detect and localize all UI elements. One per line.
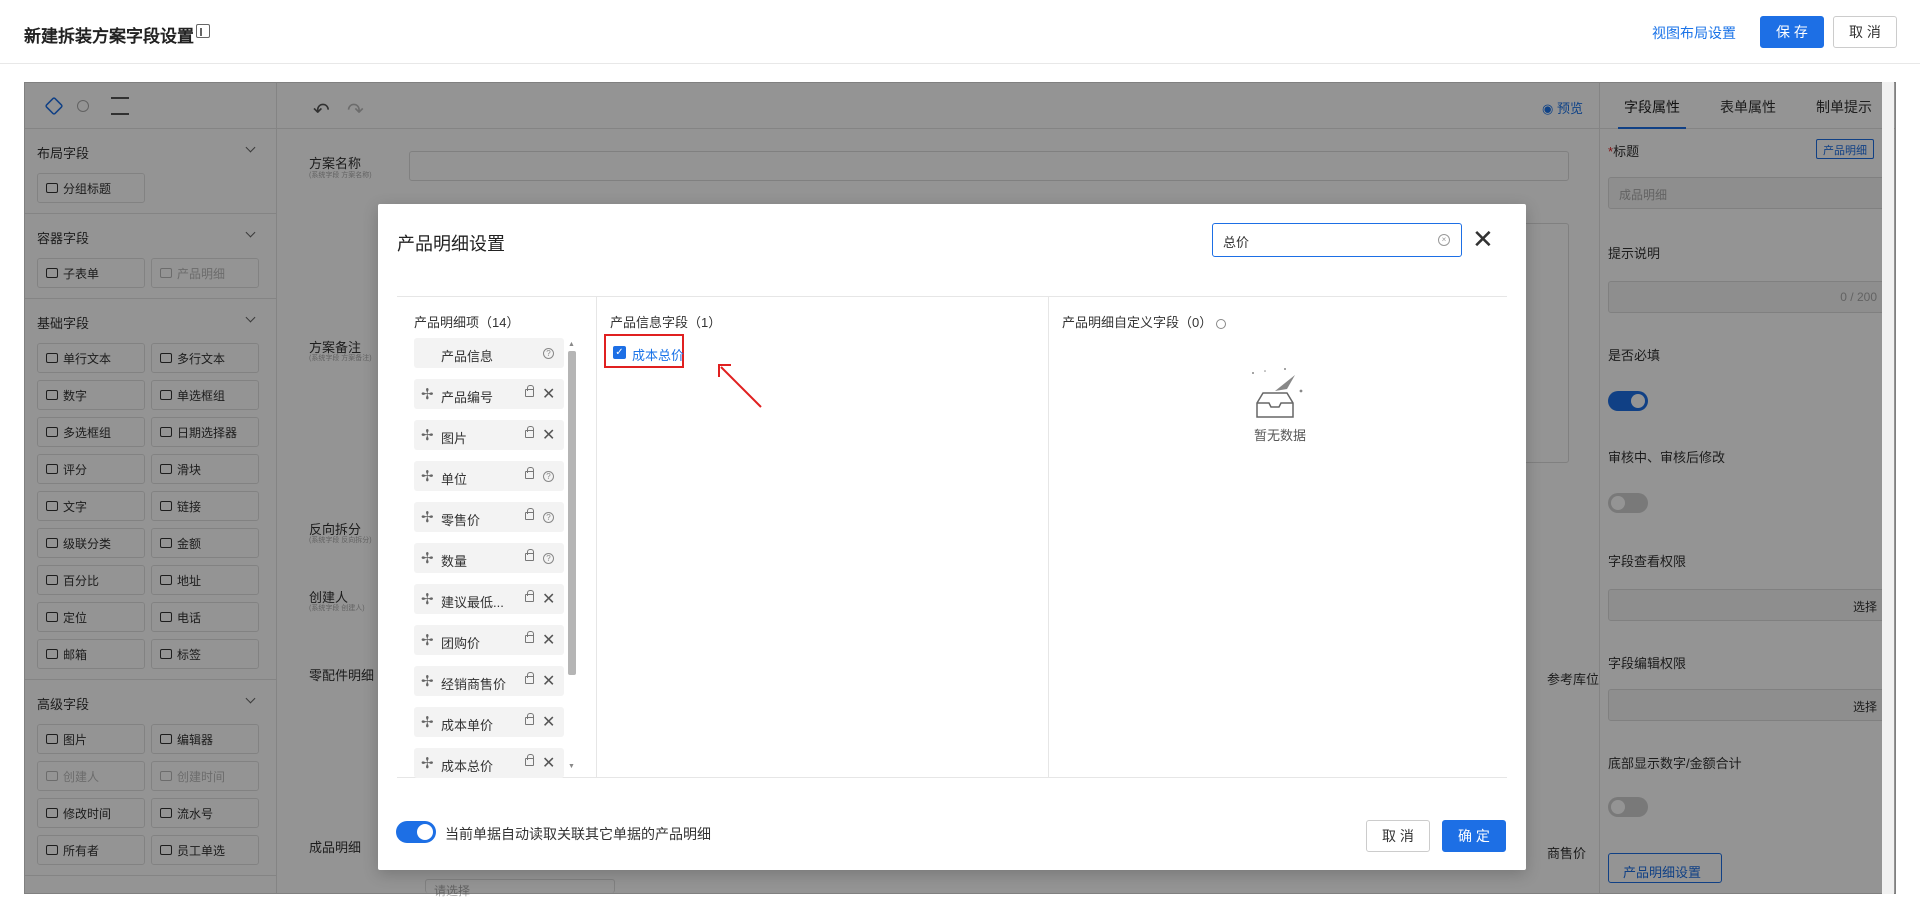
remove-icon[interactable]: ✕ bbox=[542, 384, 555, 404]
modal-cancel-button[interactable]: 取 消 bbox=[1366, 820, 1430, 852]
detail-item[interactable]: ✢ 团购价 ✕ bbox=[414, 625, 564, 655]
drag-handle-icon[interactable]: ✢ bbox=[421, 754, 434, 772]
drag-handle-icon[interactable]: ✢ bbox=[421, 549, 434, 567]
field-search-input[interactable]: 总价 bbox=[1212, 223, 1462, 257]
drag-handle-icon[interactable]: ✢ bbox=[421, 672, 434, 690]
remove-icon[interactable]: ✕ bbox=[542, 671, 555, 691]
modal-title: 产品明细设置 bbox=[397, 234, 505, 254]
custom-fields-column: 产品明细自定义字段（0） 暂无数据 bbox=[1049, 297, 1505, 777]
empty-inbox-icon bbox=[1252, 368, 1303, 418]
detail-item[interactable]: ✢ 建议最低... ✕ bbox=[414, 584, 564, 614]
checked-field-label: 成本总价 bbox=[632, 348, 685, 363]
empty-text: 暂无数据 bbox=[1254, 428, 1307, 443]
detail-item[interactable]: ✢ 数量? bbox=[414, 543, 564, 573]
help-icon: ? bbox=[543, 553, 554, 564]
auto-read-toggle[interactable] bbox=[396, 821, 436, 843]
detail-item-label: 团购价 bbox=[441, 636, 481, 651]
detail-item-label: 图片 bbox=[441, 431, 468, 446]
page-title: 新建拆装方案字段设置 bbox=[24, 27, 194, 46]
detail-item-label: 产品信息 bbox=[441, 349, 494, 364]
product-info-fields-column: 产品信息字段（1） ✓ 成本总价 bbox=[597, 297, 1049, 777]
detail-item-label: 建议最低... bbox=[441, 595, 504, 610]
detail-item-label: 零售价 bbox=[441, 513, 481, 528]
help-icon: ? bbox=[543, 471, 554, 482]
remove-icon[interactable]: ✕ bbox=[542, 712, 555, 732]
help-icon bbox=[1215, 318, 1226, 329]
top-bar: 新建拆装方案字段设置 视图布局设置 保 存 取 消 bbox=[0, 0, 1920, 64]
scroll-thumb[interactable] bbox=[568, 351, 576, 675]
detail-item-label: 数量 bbox=[441, 554, 468, 569]
remove-icon[interactable]: ✕ bbox=[542, 425, 555, 445]
detail-item[interactable]: 产品信息? bbox=[414, 338, 564, 368]
detail-items-header: 产品明细项（14） bbox=[414, 315, 520, 330]
lock-icon[interactable] bbox=[525, 508, 534, 520]
view-layout-link[interactable]: 视图布局设置 bbox=[1652, 23, 1736, 43]
detail-item[interactable]: ✢ 产品编号 ✕ bbox=[414, 379, 564, 409]
page-scrollbar[interactable] bbox=[1882, 82, 1894, 894]
checked-field-item[interactable]: ✓ 成本总价 bbox=[604, 334, 684, 368]
detail-item-label: 单位 bbox=[441, 472, 468, 487]
lock-icon[interactable] bbox=[525, 590, 534, 602]
drag-handle-icon[interactable]: ✢ bbox=[421, 713, 434, 731]
product-detail-modal: 产品明细设置 总价 × ✕ 产品明细项（14） 产品信息? ✢ 产品编号 ✕ ✢ 图片 ✕ ✢… bbox=[378, 204, 1526, 870]
drag-handle-icon[interactable]: ✢ bbox=[421, 385, 434, 403]
detail-item-label: 成本单价 bbox=[441, 718, 494, 733]
remove-icon[interactable]: ✕ bbox=[542, 630, 555, 650]
checkbox-checked-icon[interactable]: ✓ bbox=[613, 346, 626, 359]
detail-item-label: 经销商售价 bbox=[441, 677, 507, 692]
scroll-down-icon[interactable]: ▼ bbox=[568, 763, 575, 770]
detail-item-label: 成本总价 bbox=[441, 759, 494, 774]
help-icon: ? bbox=[543, 348, 554, 359]
scroll-up-icon[interactable]: ▲ bbox=[568, 341, 575, 348]
cancel-button[interactable]: 取 消 bbox=[1833, 16, 1897, 48]
detail-item[interactable]: ✢ 经销商售价 ✕ bbox=[414, 666, 564, 696]
detail-item[interactable]: ✢ 零售价? bbox=[414, 502, 564, 532]
detail-item[interactable]: ✢ 成本单价 ✕ bbox=[414, 707, 564, 737]
remove-icon[interactable]: ✕ bbox=[542, 753, 555, 773]
drag-handle-icon[interactable]: ✢ bbox=[421, 590, 434, 608]
detail-item[interactable]: ✢ 单位? bbox=[414, 461, 564, 491]
custom-fields-header: 产品明细自定义字段（0） bbox=[1062, 312, 1226, 331]
lock-icon[interactable] bbox=[525, 672, 534, 684]
lock-icon[interactable] bbox=[525, 754, 534, 766]
red-arrow-annotation bbox=[718, 364, 762, 408]
custom-fields-header-text: 产品明细自定义字段（0） bbox=[1062, 315, 1213, 330]
lock-icon[interactable] bbox=[525, 549, 534, 561]
product-info-header: 产品信息字段（1） bbox=[610, 315, 722, 330]
drag-handle-icon[interactable]: ✢ bbox=[421, 426, 434, 444]
drag-handle-icon[interactable]: ✢ bbox=[421, 467, 434, 485]
remove-icon[interactable]: ✕ bbox=[542, 589, 555, 609]
lock-icon[interactable] bbox=[525, 631, 534, 643]
detail-items-column: 产品明细项（14） 产品信息? ✢ 产品编号 ✕ ✢ 图片 ✕ ✢ 单位? ✢ 零售价? ✢ 数量? ✢ 建… bbox=[397, 297, 597, 778]
help-icon: ? bbox=[543, 512, 554, 523]
detail-item-label: 产品编号 bbox=[441, 390, 494, 405]
layout-icon[interactable] bbox=[196, 24, 210, 38]
save-button[interactable]: 保 存 bbox=[1760, 16, 1824, 48]
detail-item[interactable]: ✢ 图片 ✕ bbox=[414, 420, 564, 450]
modal-body: 产品明细项（14） 产品信息? ✢ 产品编号 ✕ ✢ 图片 ✕ ✢ 单位? ✢ 零售价? ✢ 数量? ✢ 建… bbox=[397, 296, 1507, 778]
detail-items-scrollbar[interactable]: ▲ ▼ bbox=[567, 341, 577, 773]
modal-confirm-button[interactable]: 确 定 bbox=[1442, 820, 1506, 852]
close-icon[interactable]: ✕ bbox=[1472, 226, 1494, 252]
drag-handle-icon[interactable]: ✢ bbox=[421, 631, 434, 649]
lock-icon[interactable] bbox=[525, 385, 534, 397]
drag-handle-icon[interactable]: ✢ bbox=[421, 508, 434, 526]
detail-item[interactable]: ✢ 成本总价 ✕ bbox=[414, 748, 564, 778]
lock-icon[interactable] bbox=[525, 467, 534, 479]
lock-icon[interactable] bbox=[525, 713, 534, 725]
lock-icon[interactable] bbox=[525, 426, 534, 438]
clear-icon[interactable]: × bbox=[1438, 234, 1450, 246]
auto-read-label: 当前单据自动读取关联其它单据的产品明细 bbox=[445, 826, 711, 842]
